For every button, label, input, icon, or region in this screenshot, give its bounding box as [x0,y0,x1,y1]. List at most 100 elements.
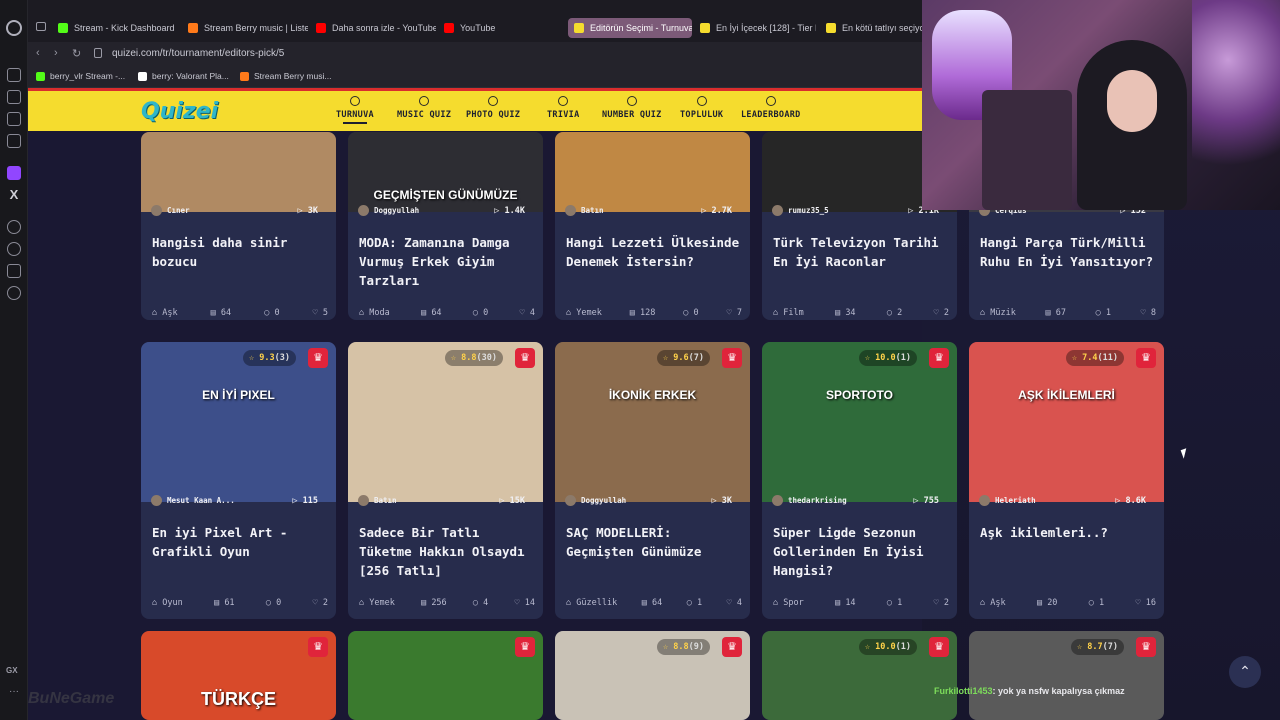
twitch-icon[interactable] [7,166,21,180]
comment-stat: ◯ 2 [887,308,902,318]
quiz-title[interactable]: Sadece Bir Tatlı Tüketme Hakkın Olsaydı … [359,523,535,580]
quiz-card[interactable]: ☆ 10.0(1) ♛ [762,631,957,720]
quiz-title[interactable]: Hangisi daha sinir bozucu [152,233,328,271]
play-icon[interactable] [7,220,21,234]
nav-item-music-quiz[interactable]: MUSIC QUIZ [397,96,451,120]
quiz-card[interactable]: ☆ 8.7(7) ♛ [969,631,1164,720]
nav-item-turnuva[interactable]: TURNUVA [336,96,374,124]
opera-logo-icon[interactable] [6,20,22,36]
quiz-meta: ⌂ Yemek ▤ 128 ◯ 0 ♡ 7 [566,308,742,318]
browser-tab[interactable]: Stream Berry music | Liste [182,18,308,38]
quiz-card[interactable]: ♛ [348,631,543,720]
browser-tab[interactable]: En İyi İçecek [128] - Tier L [694,18,816,38]
feed-icon[interactable] [7,68,21,82]
items-stat: ▤ 64 [421,308,442,318]
x-icon[interactable]: X [7,188,21,202]
quiz-thumbnail[interactable]: AŞK İKİLEMLERİ [969,342,1164,502]
quiz-thumbnail[interactable]: SPORTOTO [762,342,957,502]
quiz-card[interactable]: TÜRKÇE ♛ [141,631,336,720]
tag-stat: ⌂ Aşk [152,308,178,318]
tag-stat: ⌂ Spor [773,598,804,608]
quiz-title[interactable]: En iyi Pixel Art - Grafikli Oyun [152,523,328,561]
creator-info[interactable]: thedarkrising [772,495,847,506]
browser-tab[interactable]: Editörün Seçimi - Turnuva [568,18,692,38]
quiz-title[interactable]: Aşk ikilemleri..? [980,523,1156,542]
quiz-title[interactable]: Hangi Lezzeti Ülkesinde Denemek İstersin… [566,233,742,271]
browser-tab[interactable]: YouTube [438,18,558,38]
reload-icon[interactable]: ↻ [72,47,81,60]
browser-tab[interactable]: Daha sonra izle - YouTube [310,18,436,38]
quiz-thumbnail[interactable]: TÜRKÇE [141,631,336,720]
items-icon: ▤ [421,598,432,608]
nav-item-topluluk[interactable]: TOPLULUK [680,96,723,120]
creator-info[interactable]: Cıner [151,205,190,216]
quiz-card[interactable]: EN İYİ PIXEL ☆ 9.3(3) ♛ Mesut Kaan A... ▷ 11… [141,342,336,619]
creator-info[interactable]: Doggyullah [358,205,419,216]
nav-item-number-quiz[interactable]: NUMBER QUIZ [602,96,662,120]
browser-tab[interactable]: Stream - Kick Dashboard [52,18,180,38]
items-stat: ▤ 256 [421,598,447,608]
quiz-title[interactable]: Süper Ligde Sezonun Gollerinden En İyisi… [773,523,949,580]
m-icon[interactable] [7,134,21,148]
items-icon: ▤ [214,598,225,608]
browser-tab[interactable]: En kötü tatlıyı seçiyor [820,18,924,38]
quiz-title[interactable]: SAÇ MODELLERİ: Geçmişten Günümüze [566,523,742,561]
bookmark-item[interactable]: Stream Berry musi... [240,71,331,81]
quiz-card[interactable]: ☆ 8.8(30) ♛ Batın ▷ 15K Sadece Bir Tatlı Tük… [348,342,543,619]
stat-value: Moda [369,308,390,318]
chat-icon[interactable] [7,112,21,126]
tag-icon: ⌂ [773,598,784,608]
creator-info[interactable]: Doggyullah [565,495,626,506]
settings-icon[interactable] [7,286,21,300]
nav-item-leaderboard[interactable]: LEADERBOARD [741,96,801,120]
quiz-thumbnail[interactable] [969,631,1164,720]
bag-icon[interactable] [7,90,21,104]
quiz-thumbnail[interactable]: İKONİK ERKEK [555,342,750,502]
quiz-meta: ⌂ Müzik ▤ 67 ◯ 1 ♡ 8 [980,308,1156,318]
creator-info[interactable]: Mesut Kaan A... [151,495,235,506]
history-icon[interactable] [7,242,21,256]
creator-info[interactable]: rumuz35_5 [772,205,829,216]
nav-item-photo-quiz[interactable]: PHOTO QUIZ [466,96,520,120]
bookmark-item[interactable]: berry: Valorant Pla... [138,71,229,81]
quiz-thumbnail[interactable]: EN İYİ PIXEL [141,342,336,502]
quiz-card[interactable]: SPORTOTO ☆ 10.0(1) ♛ thedarkrising ▷ 755 Süpe… [762,342,957,619]
creator-info[interactable]: Batın [565,205,604,216]
quiz-thumbnail[interactable] [348,342,543,502]
bookmark-item[interactable]: berry_vlr Stream -... [36,71,125,81]
quiz-card[interactable]: GEÇMİŞTEN GÜNÜMÜZE Doggyullah ▷ 1.4K MODA: … [348,132,543,320]
stat-value: 2 [943,598,949,608]
quiz-thumbnail[interactable] [141,132,336,212]
play-icon: ▷ [292,496,303,506]
quiz-card[interactable]: Batın ▷ 2.7K Hangi Lezzeti Ülkesinde Denem… [555,132,750,320]
quiz-thumbnail[interactable] [555,631,750,720]
quiz-title[interactable]: MODA: Zamanına Damga Vurmuş Erkek Giyim … [359,233,535,290]
cube-icon[interactable] [7,264,21,278]
url-field[interactable]: quizei.com/tr/tournament/editors-pick/5 [112,48,284,59]
creator-info[interactable]: Batın [358,495,397,506]
back-icon[interactable]: ‹ [36,47,40,59]
nav-item-trivia[interactable]: TRIVIA [547,96,580,120]
star-icon: ☆ [450,353,462,363]
forward-icon[interactable]: › [54,47,58,59]
quiz-card[interactable]: Cıner ▷ 3K Hangisi daha sinir bozucu ⌂ Aşk ▤… [141,132,336,320]
rating-value: 10.0 [875,353,896,363]
creator-info[interactable]: Heleriath [979,495,1036,506]
lights-decoration [1192,0,1280,200]
quiz-thumbnail[interactable]: GEÇMİŞTEN GÜNÜMÜZE [348,132,543,212]
tab-grid-icon[interactable] [36,22,46,31]
quiz-title[interactable]: Türk Televizyon Tarihi En İyi Racon­lar [773,233,949,271]
app-sidebar: X GX ··· [0,0,28,720]
more-icon[interactable]: ··· [9,686,19,697]
rating-badge: ☆ 10.0(1) [858,350,917,366]
quiz-title[interactable]: Hangi Parça Türk/Milli Ruhu En İyi Yansı… [980,233,1156,271]
site-logo[interactable]: Quizei [141,99,218,124]
scroll-top-button[interactable]: ⌃ [1229,656,1261,688]
tag-icon: ⌂ [359,598,370,608]
quiz-thumbnail[interactable] [348,631,543,720]
quiz-card[interactable]: İKONİK ERKEK ☆ 9.6(7) ♛ Doggyullah ▷ 3K SAÇ M… [555,342,750,619]
quiz-card[interactable]: AŞK İKİLEMLERİ ☆ 7.4(11) ♛ Heleriath ▷ 8.6K A… [969,342,1164,619]
comment-icon: ◯ [686,598,697,608]
quiz-card[interactable]: ☆ 8.8(9) ♛ [555,631,750,720]
quiz-thumbnail[interactable] [555,132,750,212]
